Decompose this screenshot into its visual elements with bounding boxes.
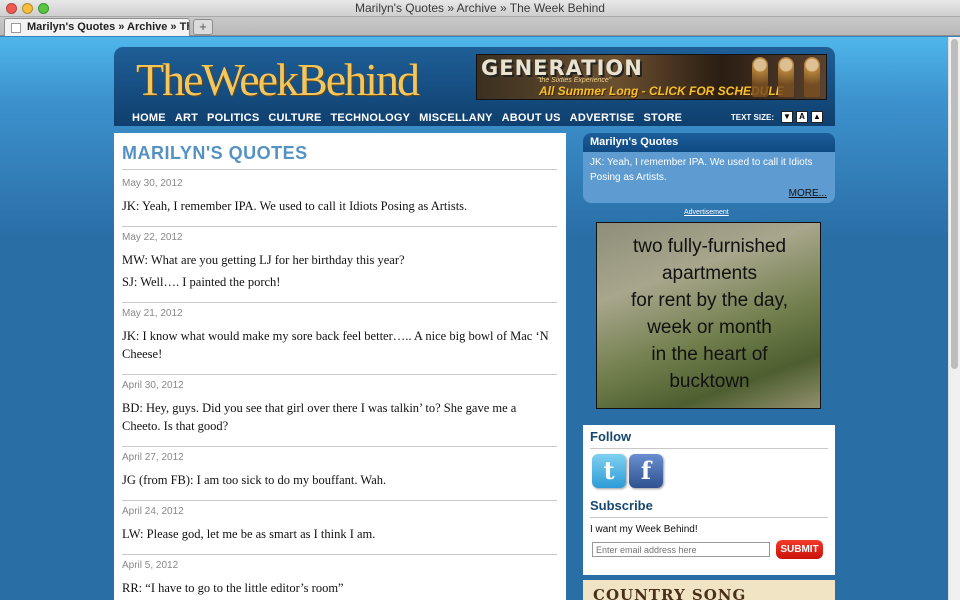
page-title: MARILYN'S QUOTES	[122, 143, 308, 163]
text-size-increase-button[interactable]: ▲	[811, 111, 823, 123]
performer-figure	[778, 57, 794, 97]
featured-quote-box: Marilyn's Quotes JK: Yeah, I remember IP…	[583, 133, 835, 203]
divider	[122, 169, 557, 170]
social-links: t f	[592, 454, 663, 488]
main-nav: HOME ART POLITICS CULTURE TECHNOLOGY MIS…	[132, 112, 691, 124]
nav-store[interactable]: STORE	[643, 112, 682, 124]
country-song-ad[interactable]: COUNTRY SONG	[583, 580, 835, 600]
quote-entry: May 22, 2012 MW: What are you getting LJ…	[122, 227, 557, 303]
nav-home[interactable]: HOME	[132, 112, 166, 124]
text-size-controls: TEXT SIZE: ▼ A ▲	[731, 111, 823, 123]
submit-button[interactable]: SUBMIT	[776, 540, 823, 559]
vertical-scrollbar[interactable]	[948, 37, 960, 600]
banner-cta: All Summer Long - CLICK FOR SCHEDULE	[539, 84, 784, 98]
quote-date: April 27, 2012	[122, 452, 184, 463]
divider	[590, 448, 828, 449]
nav-culture[interactable]: CULTURE	[268, 112, 321, 124]
quote-list: May 30, 2012 JK: Yeah, I remember IPA. W…	[122, 173, 557, 600]
ad-line: bucktown	[669, 371, 750, 392]
quote-date: April 30, 2012	[122, 380, 184, 391]
window-title: Marilyn's Quotes » Archive » The Week Be…	[355, 1, 605, 15]
featured-quote-title: Marilyn's Quotes	[583, 133, 835, 152]
site-header: TheWeekBehind GENERATION "the Sixties Ex…	[114, 47, 835, 126]
nav-advertise[interactable]: ADVERTISE	[570, 112, 635, 124]
nav-miscellany[interactable]: MISCELLANY	[419, 112, 493, 124]
featured-quote-text: JK: Yeah, I remember IPA. We used to cal…	[590, 157, 813, 183]
twitter-icon[interactable]: t	[592, 454, 626, 488]
quote-entry: May 30, 2012 JK: Yeah, I remember IPA. W…	[122, 173, 557, 227]
header-banner-ad[interactable]: GENERATION "the Sixties Experience" All …	[476, 54, 827, 100]
quote-entry: April 5, 2012 RR: “I have to go to the l…	[122, 555, 557, 600]
more-quotes-link[interactable]: MORE...	[789, 188, 827, 199]
follow-heading: Follow	[590, 429, 632, 444]
apartment-ad[interactable]: two fully-furnished apartments for rent …	[596, 222, 821, 409]
quote-date: May 30, 2012	[122, 178, 183, 189]
page-icon	[11, 23, 21, 33]
facebook-icon[interactable]: f	[629, 454, 663, 488]
quote-date: May 22, 2012	[122, 232, 183, 243]
banner-subtitle: "the Sixties Experience"	[537, 77, 612, 84]
quote-date: May 21, 2012	[122, 308, 183, 319]
quote-entry: May 21, 2012 JK: I know what would make …	[122, 303, 557, 375]
close-window-button[interactable]	[6, 3, 17, 14]
window-controls	[6, 3, 49, 14]
tab-label: Marilyn's Quotes » Archive » Th...	[27, 21, 190, 33]
quote-entry: April 27, 2012 JG (from FB): I am too si…	[122, 447, 557, 501]
text-size-decrease-button[interactable]: ▼	[781, 111, 793, 123]
new-tab-button[interactable]: +	[193, 19, 213, 35]
divider	[590, 517, 828, 518]
performer-figure	[804, 57, 820, 97]
ad-line: week or month	[647, 317, 772, 338]
nav-art[interactable]: ART	[175, 112, 198, 124]
quote-text: LW: Please god, let me be as smart as I …	[122, 527, 376, 541]
quote-text: JK: I know what would make my sore back …	[122, 329, 549, 361]
window-titlebar: Marilyn's Quotes » Archive » The Week Be…	[0, 0, 960, 17]
quote-text: BD: Hey, guys. Did you see that girl ove…	[122, 401, 517, 433]
country-song-ad-text: COUNTRY SONG	[593, 586, 747, 600]
ad-line: for rent by the day,	[630, 290, 788, 311]
browser-tab[interactable]: Marilyn's Quotes » Archive » Th...	[4, 18, 190, 36]
advertisement-link[interactable]: Advertisement	[684, 209, 729, 216]
text-size-reset-button[interactable]: A	[796, 111, 808, 123]
ad-line: apartments	[661, 263, 758, 284]
scrollbar-thumb[interactable]	[951, 39, 958, 369]
follow-subscribe-box: Follow t f Subscribe I want my Week Behi…	[583, 425, 835, 575]
banner-performers-image	[752, 57, 820, 97]
email-input[interactable]	[592, 542, 770, 557]
quote-text: JG (from FB): I am too sick to do my bou…	[122, 473, 387, 487]
quote-text: RR: “I have to go to the little editor’s…	[122, 581, 344, 595]
main-content: MARILYN'S QUOTES May 30, 2012 JK: Yeah, …	[114, 133, 566, 600]
quote-entry: April 30, 2012 BD: Hey, guys. Did you se…	[122, 375, 557, 447]
subscribe-heading: Subscribe	[590, 498, 653, 513]
ad-line: in the heart of	[651, 344, 768, 365]
ad-text: two fully-furnished apartments for rent …	[597, 233, 820, 395]
zoom-window-button[interactable]	[38, 3, 49, 14]
quote-text: SJ: Well…. I painted the porch!	[122, 275, 281, 289]
site-logo[interactable]: TheWeekBehind	[136, 53, 420, 106]
quote-date: April 24, 2012	[122, 506, 184, 517]
text-size-label: TEXT SIZE:	[730, 112, 774, 122]
quote-text: MW: What are you getting LJ for her birt…	[122, 253, 405, 267]
nav-politics[interactable]: POLITICS	[207, 112, 259, 124]
minimize-window-button[interactable]	[22, 3, 33, 14]
subscribe-text: I want my Week Behind!	[590, 524, 698, 535]
tab-bar: Marilyn's Quotes » Archive » Th... +	[0, 17, 960, 36]
nav-technology[interactable]: TECHNOLOGY	[331, 112, 411, 124]
quote-date: April 5, 2012	[122, 560, 179, 571]
web-page: TheWeekBehind GENERATION "the Sixties Ex…	[0, 37, 948, 600]
performer-figure	[752, 57, 768, 97]
ad-line: two fully-furnished	[632, 236, 787, 257]
quote-text: JK: Yeah, I remember IPA. We used to cal…	[122, 199, 468, 213]
quote-entry: April 24, 2012 LW: Please god, let me be…	[122, 501, 557, 555]
nav-about-us[interactable]: ABOUT US	[502, 112, 561, 124]
